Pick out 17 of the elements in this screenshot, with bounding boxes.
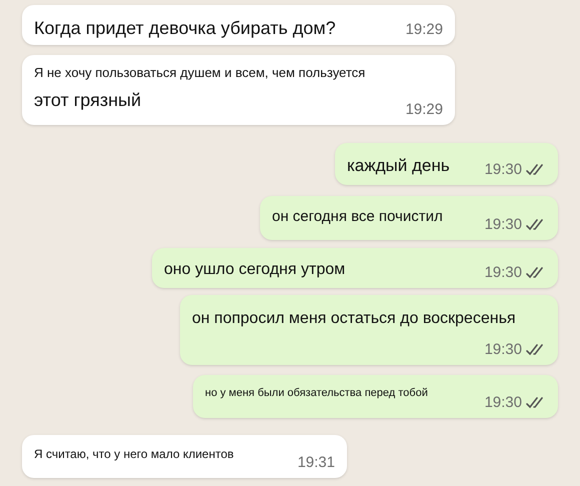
message-time: 19:30 [484,265,522,280]
message-text: он попросил меня остаться до воскресенья [192,309,516,329]
message-time: 19:30 [484,217,522,232]
message-time: 19:31 [297,455,335,470]
message-time: 19:30 [484,342,522,357]
message-text: каждый день [347,155,450,177]
message-time: 19:30 [484,395,522,410]
message-text: он сегодня все почистил [272,207,443,227]
message-text: оно ушло сегодня утром [164,260,346,280]
message-time: 19:29 [405,102,443,117]
message-text: Когда придет девочка убирать дом? [34,17,336,40]
message-time: 19:30 [484,162,522,177]
message-text: но у меня были обязательства перед тобой [205,386,428,401]
message-time: 19:29 [405,22,443,37]
message-text: Я не хочу пользоваться душем и всем, чем пользуется [34,64,366,82]
message-text: этот грязный [34,88,141,112]
message-text: Я считаю, что у него мало клиентов [34,446,234,463]
